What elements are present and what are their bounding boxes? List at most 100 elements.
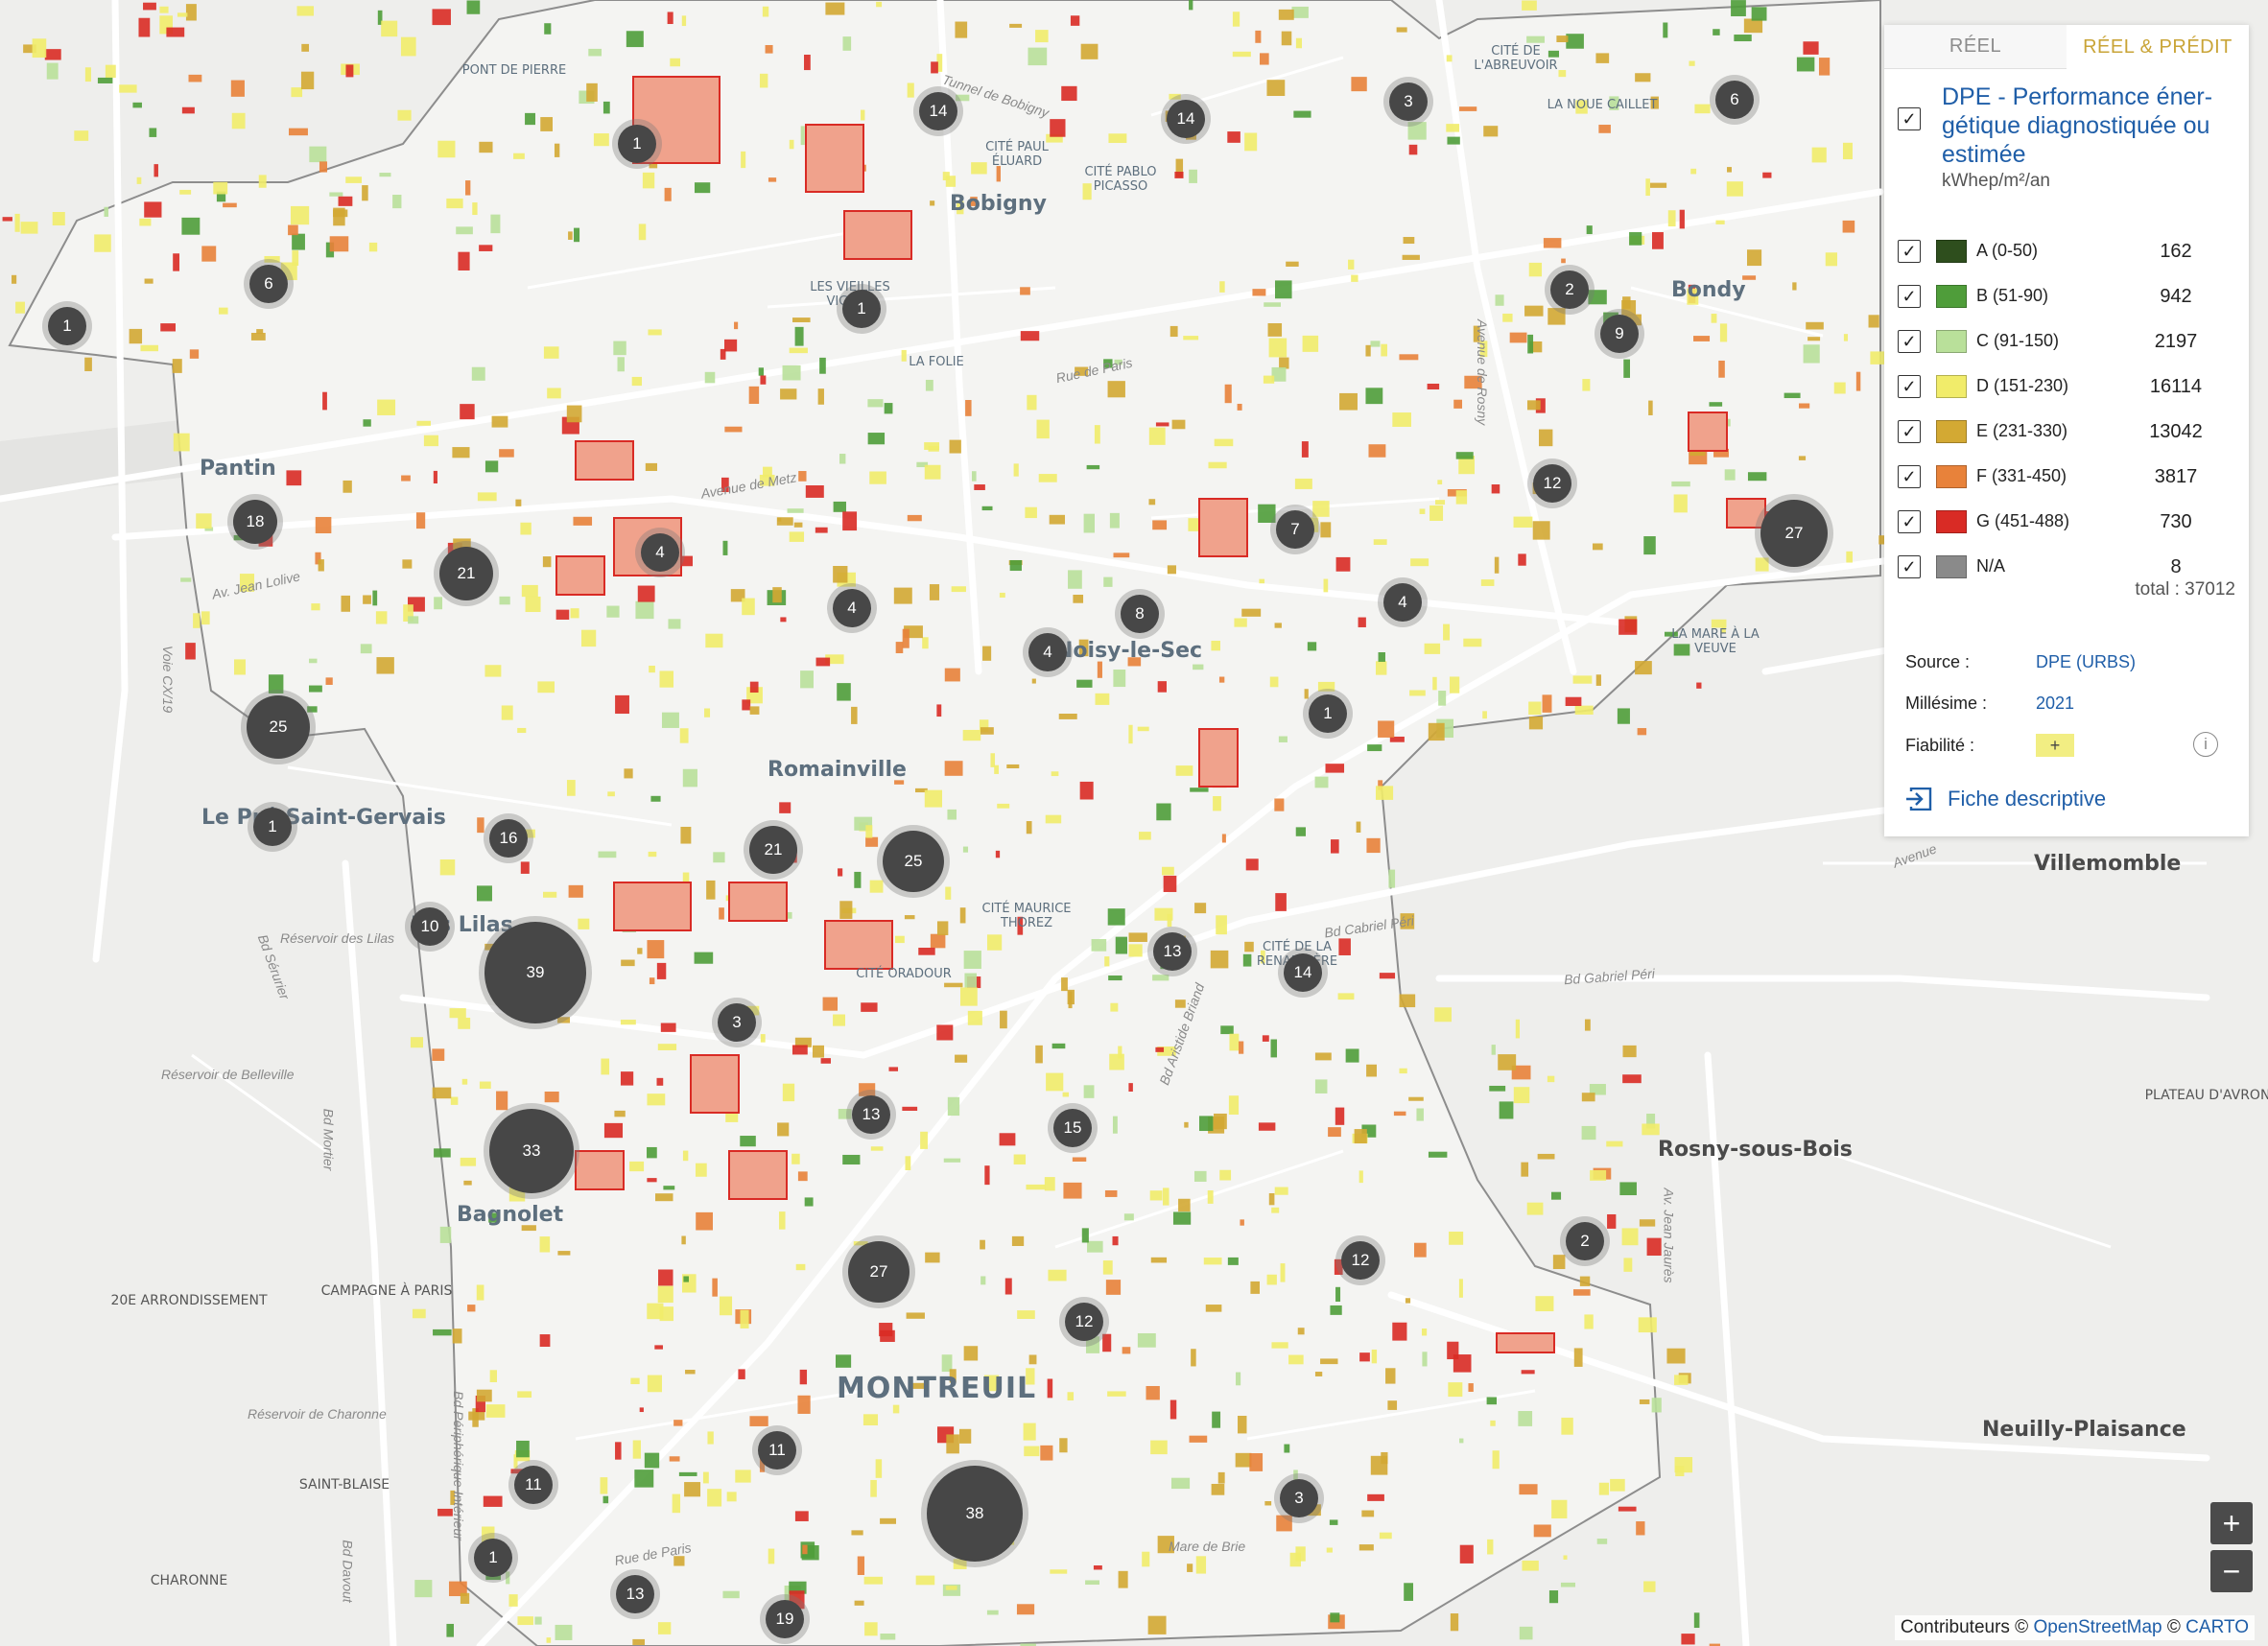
cluster-marker[interactable]: 27 bbox=[848, 1241, 910, 1303]
cluster-marker[interactable]: 18 bbox=[233, 500, 277, 544]
cluster-marker[interactable]: 3 bbox=[718, 1003, 756, 1042]
legend-count: 2197 bbox=[2154, 331, 2198, 352]
zoom-in-button[interactable]: + bbox=[2210, 1502, 2253, 1544]
cluster-marker[interactable]: 3 bbox=[1280, 1479, 1318, 1517]
cluster-marker[interactable]: 13 bbox=[1153, 932, 1192, 971]
place-label: Pantin bbox=[200, 457, 276, 481]
legend-row: ✓ C (91-150) 2197 bbox=[1898, 322, 2233, 361]
cluster-marker[interactable]: 1 bbox=[1309, 694, 1347, 733]
place-label: CAMPAGNE À PARIS bbox=[320, 1283, 453, 1299]
cluster-marker[interactable]: 25 bbox=[247, 695, 310, 759]
cluster-marker[interactable]: 4 bbox=[1383, 583, 1422, 622]
cluster-marker[interactable]: 21 bbox=[749, 826, 797, 874]
layer-unit: kWhep/m²/an bbox=[1942, 171, 2050, 191]
legend-swatch bbox=[1936, 375, 1967, 398]
cluster-marker[interactable]: 10 bbox=[411, 907, 449, 946]
cluster-marker[interactable]: 14 bbox=[919, 92, 957, 130]
cluster-marker[interactable]: 9 bbox=[1600, 315, 1639, 353]
place-label: Noisy-le-Sec bbox=[1055, 639, 1203, 663]
legend-row: ✓ B (51-90) 942 bbox=[1898, 277, 2233, 316]
layer-header: ✓ DPE - Performance éner- gétique diagno… bbox=[1884, 69, 2249, 196]
cluster-marker[interactable]: 21 bbox=[439, 547, 493, 600]
cluster-marker[interactable]: 8 bbox=[1121, 595, 1159, 633]
cluster-marker[interactable]: 2 bbox=[1550, 270, 1589, 309]
place-label: PLATEAU D'AVRON bbox=[2144, 1088, 2268, 1103]
cluster-marker[interactable]: 11 bbox=[758, 1431, 796, 1470]
cluster-marker[interactable]: 4 bbox=[1028, 633, 1067, 671]
osm-link[interactable]: OpenStreetMap bbox=[2033, 1617, 2162, 1637]
map-attribution: Contributeurs © OpenStreetMap © CARTO bbox=[1894, 1615, 2255, 1640]
carto-link[interactable]: CARTO bbox=[2185, 1617, 2249, 1637]
cluster-marker[interactable]: 27 bbox=[1760, 500, 1828, 567]
legend-checkbox[interactable]: ✓ bbox=[1898, 330, 1921, 353]
legend-checkbox[interactable]: ✓ bbox=[1898, 465, 1921, 488]
cluster-marker[interactable]: 1 bbox=[253, 808, 292, 846]
cluster-marker[interactable]: 12 bbox=[1341, 1241, 1380, 1280]
place-label: Rosny-sous-Bois bbox=[1658, 1138, 1853, 1162]
legend-checkbox[interactable]: ✓ bbox=[1898, 555, 1921, 578]
road-label: Bd Mortier bbox=[320, 1108, 337, 1171]
layer-checkbox[interactable]: ✓ bbox=[1898, 107, 1921, 130]
cluster-marker[interactable]: 1 bbox=[618, 125, 656, 163]
cluster-marker[interactable]: 13 bbox=[616, 1575, 654, 1613]
tab-real[interactable]: RÉEL bbox=[1884, 25, 2067, 69]
legend-checkbox[interactable]: ✓ bbox=[1898, 285, 1921, 308]
cluster-marker[interactable]: 6 bbox=[249, 265, 288, 303]
cluster-marker[interactable]: 1 bbox=[48, 307, 86, 345]
cluster-marker[interactable]: 6 bbox=[1715, 81, 1754, 119]
road-label: Réservoir de Belleville bbox=[161, 1067, 295, 1082]
attribution-prefix: Contributeurs © bbox=[1900, 1617, 2029, 1637]
cluster-marker[interactable]: 38 bbox=[927, 1466, 1023, 1562]
cluster-marker[interactable]: 16 bbox=[489, 819, 528, 858]
legend-count: 942 bbox=[2160, 286, 2192, 307]
cluster-marker[interactable]: 3 bbox=[1389, 82, 1428, 121]
legend-label: E (231-330) bbox=[1976, 421, 2068, 440]
cluster-marker[interactable]: 1 bbox=[474, 1539, 512, 1577]
cluster-marker[interactable]: 39 bbox=[484, 922, 586, 1023]
cluster-marker[interactable]: 1 bbox=[842, 290, 881, 328]
layer-panel: RÉEL RÉEL & PRÉDIT ✓ DPE - Performance é… bbox=[1884, 25, 2249, 836]
cluster-marker[interactable]: 25 bbox=[883, 831, 944, 892]
fiche-descriptive-link[interactable]: Fiche descriptive bbox=[1905, 787, 2106, 811]
source-row: Source : DPE (URBS) bbox=[1905, 652, 2232, 672]
fiche-label: Fiche descriptive bbox=[1948, 787, 2107, 811]
cluster-marker[interactable]: 33 bbox=[489, 1109, 574, 1193]
cluster-marker[interactable]: 12 bbox=[1533, 464, 1571, 503]
cluster-marker[interactable]: 19 bbox=[766, 1600, 804, 1638]
place-label: PONT DE PIERRE bbox=[461, 63, 567, 78]
cluster-marker[interactable]: 12 bbox=[1065, 1303, 1103, 1341]
cluster-marker[interactable]: 4 bbox=[833, 589, 871, 627]
info-icon[interactable]: i bbox=[2193, 732, 2218, 757]
road-label: Av. Jean Jaurès bbox=[1661, 1187, 1677, 1283]
fiabilite-label: Fiabilité : bbox=[1905, 736, 1975, 755]
legend-checkbox[interactable]: ✓ bbox=[1898, 420, 1921, 443]
millesime-row: Millésime : 2021 bbox=[1905, 694, 2232, 714]
road-label: Avenue de Rosny bbox=[1475, 318, 1491, 426]
cluster-marker[interactable]: 7 bbox=[1276, 510, 1314, 549]
legend-label: A (0-50) bbox=[1976, 241, 2039, 260]
legend-total: total : 37012 bbox=[2135, 579, 2235, 600]
tab-real-predicted[interactable]: RÉEL & PRÉDIT bbox=[2067, 25, 2249, 69]
road-label: Bd Périphérique Intérieur bbox=[450, 1391, 466, 1540]
cluster-marker[interactable]: 14 bbox=[1167, 100, 1205, 138]
mode-tabs: RÉEL RÉEL & PRÉDIT bbox=[1884, 25, 2249, 69]
legend-swatch bbox=[1936, 465, 1967, 488]
legend-checkbox[interactable]: ✓ bbox=[1898, 510, 1921, 533]
legend-checkbox[interactable]: ✓ bbox=[1898, 240, 1921, 263]
cluster-marker[interactable]: 15 bbox=[1053, 1109, 1092, 1147]
cluster-marker[interactable]: 11 bbox=[514, 1466, 553, 1504]
cluster-marker[interactable]: 13 bbox=[852, 1095, 890, 1134]
cluster-marker[interactable]: 14 bbox=[1284, 953, 1322, 992]
cluster-marker[interactable]: 2 bbox=[1566, 1222, 1604, 1260]
legend-checkbox[interactable]: ✓ bbox=[1898, 375, 1921, 398]
legend-swatch bbox=[1936, 420, 1967, 443]
legend-label: G (451-488) bbox=[1976, 511, 2070, 530]
zoom-out-button[interactable]: − bbox=[2210, 1550, 2253, 1592]
legend-count: 3817 bbox=[2154, 466, 2198, 487]
road-label: Voie CX/19 bbox=[160, 645, 177, 714]
fiabilite-row: Fiabilité : + i bbox=[1905, 732, 2232, 757]
millesime-value: 2021 bbox=[2036, 694, 2075, 713]
cluster-marker[interactable]: 4 bbox=[641, 533, 679, 572]
place-label: LA FOLIE bbox=[909, 355, 964, 369]
legend-count: 16114 bbox=[2149, 376, 2203, 397]
